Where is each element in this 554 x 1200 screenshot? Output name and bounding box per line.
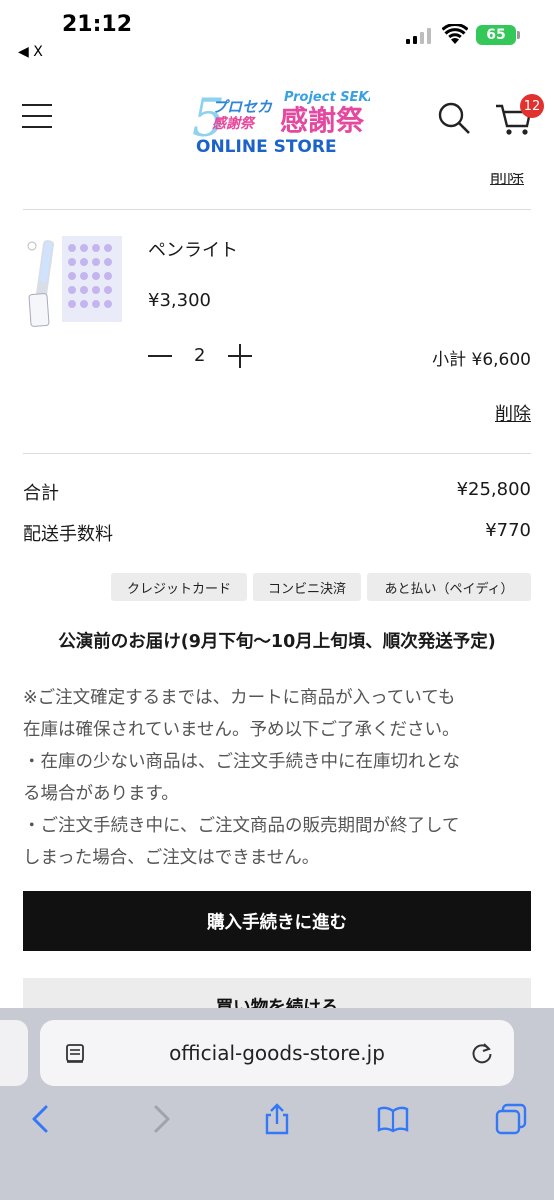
quantity-increase-button[interactable] <box>228 342 254 370</box>
payment-tag-convenience-store: コンビニ決済 <box>253 573 361 601</box>
divider <box>23 453 531 454</box>
url-text[interactable]: official-goods-store.jp <box>40 1041 514 1065</box>
bookmarks-icon[interactable] <box>376 1102 410 1136</box>
total-value: ¥25,800 <box>456 479 531 500</box>
quantity-value: 2 <box>194 345 206 366</box>
share-icon[interactable] <box>260 1102 294 1136</box>
back-to-app-link[interactable]: ◀ X <box>18 44 43 60</box>
svg-text:ONLINE STORE: ONLINE STORE <box>196 137 337 156</box>
total-label: 合計 <box>23 483 59 504</box>
plus-icon-vertical <box>239 344 241 368</box>
item-delete-link[interactable]: 削除 <box>495 400 531 426</box>
item-subtotal: 小計 ¥6,600 <box>432 350 531 370</box>
battery-level: 65 <box>486 27 506 43</box>
wifi-icon <box>442 24 468 44</box>
notice-line: ※ご注文確定するまでは、カートに商品が入っていても <box>23 688 456 708</box>
divider <box>23 209 531 210</box>
reload-icon[interactable] <box>469 1040 495 1066</box>
tabs-icon[interactable] <box>494 1102 528 1136</box>
battery-tip <box>517 31 520 39</box>
battery-indicator: 65 <box>476 25 516 45</box>
payment-tag-credit-card: クレジットカード <box>111 573 247 601</box>
item-price: ¥3,300 <box>148 290 211 311</box>
notice-line: 在庫は確保されていません。予め以下ご了承ください。 <box>23 720 460 740</box>
cellular-signal-icon <box>406 28 431 44</box>
svg-text:プロセカ: プロセカ <box>212 98 273 116</box>
checkout-button[interactable]: 購入手続きに進む <box>23 891 531 951</box>
notice-line: しまった場合、ご注文はできません。 <box>23 848 320 868</box>
status-time: 21:12 <box>62 12 133 37</box>
notice-line: る場合があります。 <box>23 784 179 804</box>
payment-tag-paidy: あと払い（ペイディ） <box>367 573 531 601</box>
search-icon[interactable] <box>436 100 472 136</box>
svg-text:感謝祭: 感謝祭 <box>280 104 365 137</box>
store-logo[interactable]: 5 プロセカ 感謝祭 Project SEKAI 感謝祭 ONLINE STOR… <box>190 84 370 156</box>
notice-line: ・ご注文手続き中に、ご注文商品の販売期間が終了して <box>23 816 460 836</box>
hamburger-menu-icon[interactable] <box>22 104 52 130</box>
notice-line: ・在庫の少ない商品は、ご注文手続き中に在庫切れとな <box>23 752 460 772</box>
previous-tab-preview[interactable] <box>0 1020 28 1086</box>
svg-text:感謝祭: 感謝祭 <box>212 115 256 132</box>
back-icon[interactable] <box>24 1102 58 1136</box>
svg-text:Project SEKAI: Project SEKAI <box>284 90 370 105</box>
delivery-notice: 公演前のお届け(9月下旬〜10月上旬頃、順次発送予定) <box>58 632 496 652</box>
minus-icon <box>148 355 172 357</box>
previous-item-delete-link[interactable]: 削除 <box>490 173 524 188</box>
forward-icon[interactable] <box>144 1102 178 1136</box>
cart-notice: ※ご注文確定するまでは、カートに商品が入っていても 在庫は確保されていません。予… <box>23 682 533 874</box>
product-thumbnail[interactable] <box>24 234 124 330</box>
quantity-decrease-button[interactable] <box>148 342 174 370</box>
shipping-fee-label: 配送手数料 <box>23 524 113 545</box>
item-name[interactable]: ペンライト <box>148 236 238 262</box>
shipping-fee-value: ¥770 <box>485 520 531 541</box>
cart-count-badge: 12 <box>520 94 544 118</box>
